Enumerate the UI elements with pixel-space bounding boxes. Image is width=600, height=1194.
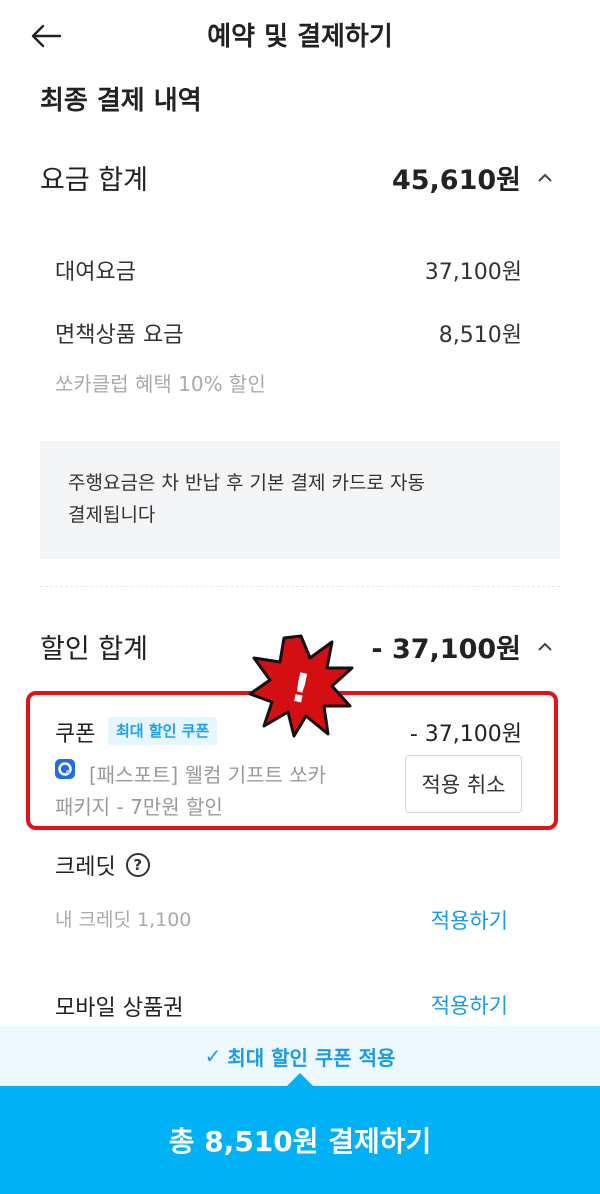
page-title: 예약 및 결제하기 — [207, 22, 393, 52]
coupon-amount: - 37,100원 — [409, 722, 522, 747]
divider — [40, 586, 560, 587]
club-discount-note: 쏘카클럽 혜택 10% 할인 — [55, 372, 266, 396]
banner-pointer — [287, 1073, 313, 1086]
credit-label: 크레딧 — [55, 855, 116, 880]
banner-text: 최대 할인 쿠폰 적용 — [227, 1045, 396, 1070]
credit-row: 크레딧 ? — [55, 849, 150, 881]
rental-fee-label: 대여요금 — [55, 260, 136, 285]
coupon-label: 쿠폰 — [55, 722, 96, 747]
fee-total-amount: 45,610원 — [391, 164, 521, 196]
app-header: 예약 및 결제하기 — [0, 0, 600, 70]
insurance-fee-label: 면책상품 요금 — [55, 323, 184, 348]
passport-logo-icon — [55, 759, 75, 779]
discount-total-amount: - 37,100원 — [371, 633, 521, 665]
max-discount-badge: 최대 할인 쿠폰 — [108, 717, 218, 745]
insurance-fee-amount: 8,510원 — [438, 323, 522, 348]
chevron-up-icon[interactable] — [535, 636, 555, 656]
my-credit-text: 내 크레딧 1,100 — [55, 909, 192, 931]
cancel-coupon-button[interactable]: 적용 취소 — [405, 755, 522, 813]
rental-fee-row: 대여요금 37,100원 — [55, 254, 522, 286]
driving-fee-info-box: 주행요금은 차 반납 후 기본 결제 카드로 자동 결제됩니다 — [40, 441, 560, 559]
discount-total-label: 할인 합계 — [40, 633, 148, 665]
coupon-description-line1: [패스포트] 웰컴 기프트 쏘카 — [89, 763, 327, 787]
exclamation-burst-icon: ! — [248, 634, 354, 738]
section-title: 최종 결제 내역 — [40, 86, 202, 116]
info-line-2: 결제됩니다 — [68, 504, 156, 526]
help-icon[interactable]: ? — [125, 853, 150, 877]
pay-button[interactable]: 총 8,510원 결제하기 — [0, 1086, 600, 1194]
rental-fee-amount: 37,100원 — [424, 260, 522, 285]
insurance-fee-row: 면책상품 요금 8,510원 — [55, 317, 522, 349]
chevron-up-icon[interactable] — [535, 167, 555, 187]
mobile-giftcard-label: 모바일 상품권 — [55, 996, 184, 1021]
check-icon: ✓ — [204, 1044, 222, 1068]
info-line-1: 주행요금은 차 반납 후 기본 결제 카드로 자동 — [68, 472, 425, 494]
fee-total-label: 요금 합계 — [40, 164, 148, 196]
apply-giftcard-link[interactable]: 적용하기 — [431, 990, 508, 1020]
coupon-description-line2: 패키지 - 7만원 할인 — [55, 795, 223, 819]
apply-credit-link[interactable]: 적용하기 — [431, 905, 508, 935]
fee-total-row[interactable]: 요금 합계 45,610원 — [40, 155, 555, 199]
